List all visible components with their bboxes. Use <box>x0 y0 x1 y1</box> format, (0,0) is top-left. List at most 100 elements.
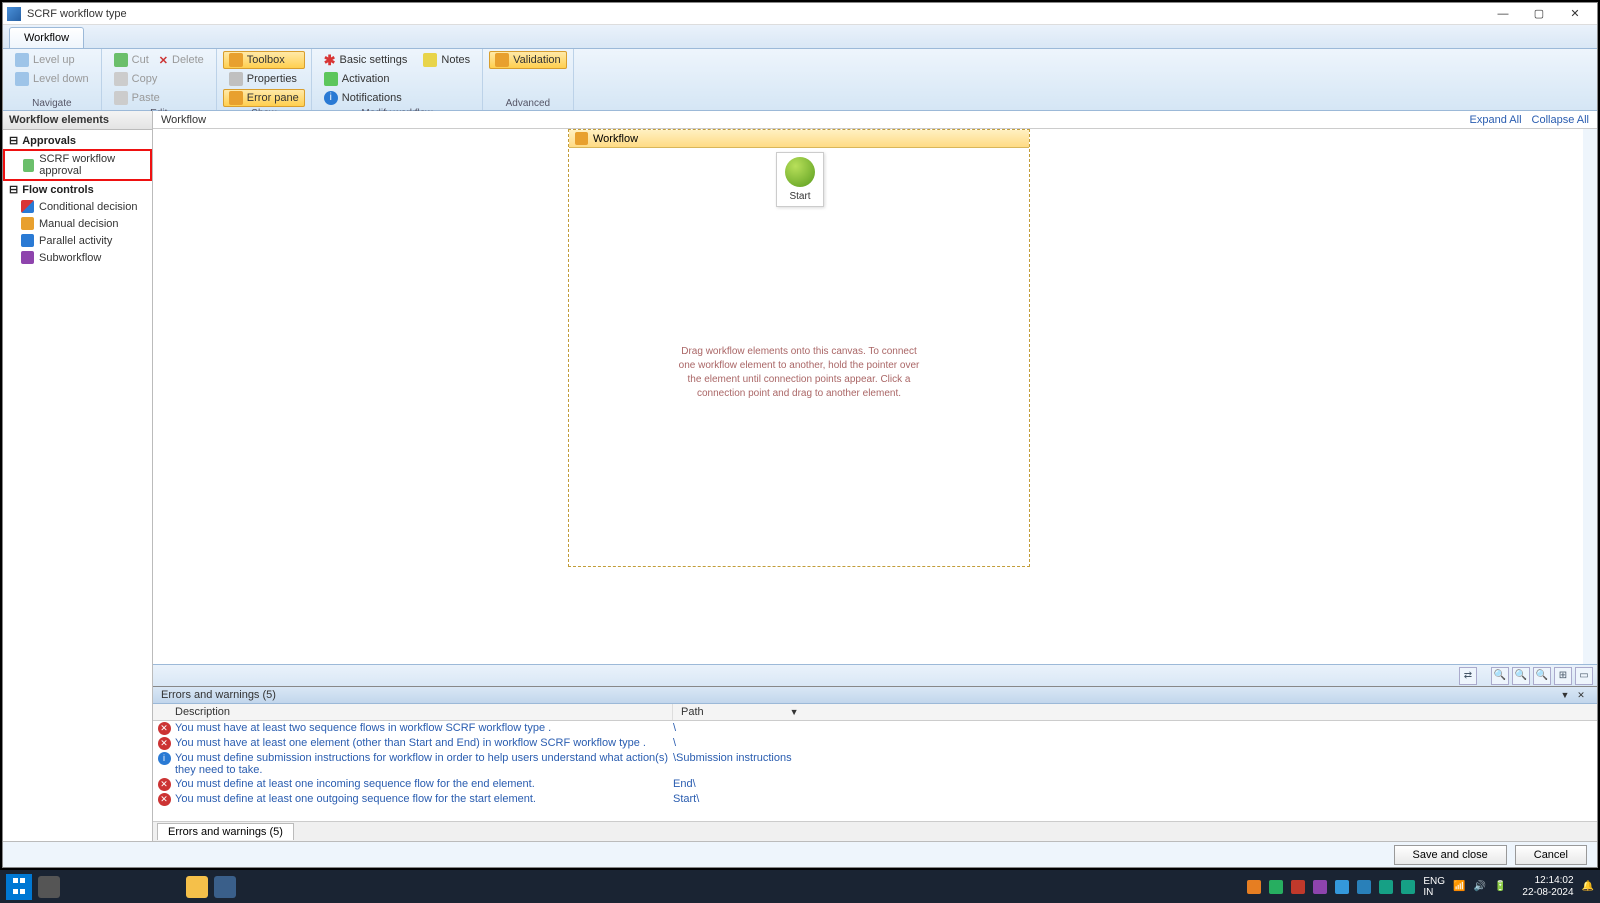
close-panel-button[interactable]: ✕ <box>1573 690 1589 701</box>
error-icon: ✕ <box>158 793 171 806</box>
copy-button[interactable]: Copy <box>108 70 210 88</box>
app-taskbar-button[interactable] <box>214 876 236 898</box>
clock[interactable]: 12:14:02 22-08-2024 <box>1522 875 1573 899</box>
wifi-icon[interactable]: 📶 <box>1453 881 1465 892</box>
fullscreen-button[interactable]: ▭ <box>1575 667 1593 685</box>
subworkflow-icon <box>21 251 34 264</box>
zoom-in-button[interactable]: 🔍 <box>1491 667 1509 685</box>
subworkflow-item[interactable]: Subworkflow <box>3 249 152 266</box>
errors-tab-strip: Errors and warnings (5) <box>153 821 1597 841</box>
error-pane-icon <box>229 91 243 105</box>
tray-icon[interactable] <box>1313 880 1327 894</box>
tray-icon[interactable] <box>1335 880 1349 894</box>
start-menu-button[interactable] <box>6 874 32 900</box>
error-path: End\ <box>673 778 1597 791</box>
tray-icon[interactable] <box>1401 880 1415 894</box>
footer: Save and close Cancel <box>3 841 1597 867</box>
tray-icon[interactable] <box>1291 880 1305 894</box>
basic-settings-button[interactable]: ✱Basic settings <box>318 51 414 69</box>
error-icon: ✕ <box>158 737 171 750</box>
workflow-container[interactable]: Workflow Start Drag workflow elements on… <box>568 129 1030 567</box>
level-down-button[interactable]: Level down <box>9 70 95 88</box>
toolbox-icon <box>229 53 243 67</box>
conditional-icon <box>21 200 34 213</box>
tray-icon[interactable] <box>1269 880 1283 894</box>
error-icon: ✕ <box>158 778 171 791</box>
error-path: \ <box>673 737 1597 750</box>
tab-workflow[interactable]: Workflow <box>9 27 84 48</box>
workflow-canvas[interactable]: Workflow Start Drag workflow elements on… <box>153 129 1597 664</box>
scrf-workflow-approval-item[interactable]: SCRF workflow approval <box>3 149 152 181</box>
cut-button[interactable]: Cut✕Delete <box>108 51 210 69</box>
conditional-decision-item[interactable]: Conditional decision <box>3 198 152 215</box>
fit-button[interactable]: ⊞ <box>1554 667 1572 685</box>
vertical-scrollbar[interactable] <box>1583 129 1597 664</box>
manual-decision-item[interactable]: Manual decision <box>3 215 152 232</box>
start-label: Start <box>781 191 819 202</box>
file-explorer-button[interactable] <box>186 876 208 898</box>
activation-button[interactable]: Activation <box>318 70 414 88</box>
battery-icon[interactable]: 🔋 <box>1494 881 1506 892</box>
sort-icon: ▼ <box>790 707 799 717</box>
tray-icon[interactable] <box>1247 880 1261 894</box>
cancel-button[interactable]: Cancel <box>1515 845 1587 865</box>
parallel-activity-item[interactable]: Parallel activity <box>3 232 152 249</box>
start-circle-icon <box>785 157 815 187</box>
paste-button[interactable]: Paste <box>108 89 210 107</box>
collapse-icon: ⊟ <box>9 183 18 196</box>
notes-button[interactable]: Notes <box>417 51 476 69</box>
tray-icon[interactable] <box>1379 880 1393 894</box>
error-row[interactable]: iYou must define submission instructions… <box>153 751 1597 777</box>
notifications-icon[interactable]: 🔔 <box>1582 881 1594 892</box>
toolbox-button[interactable]: Toolbox <box>223 51 305 69</box>
level-up-button[interactable]: Level up <box>9 51 95 69</box>
info-icon: i <box>158 752 171 765</box>
approvals-group[interactable]: ⊟Approvals <box>3 132 152 149</box>
expand-all-button[interactable]: Expand All <box>1470 114 1522 126</box>
window-title: SCRF workflow type <box>27 8 1485 20</box>
error-pane-button[interactable]: Error pane <box>223 89 305 107</box>
volume-icon[interactable]: 🔊 <box>1473 881 1485 892</box>
save-button[interactable]: Save and close <box>1394 845 1507 865</box>
maximize-button[interactable]: ▢ <box>1521 3 1557 25</box>
validation-button[interactable]: Validation <box>489 51 567 69</box>
language-indicator[interactable]: ENG IN <box>1423 876 1445 898</box>
canvas-toolbar: ⇄ 🔍 🔍 🔍 ⊞ ▭ <box>153 664 1597 686</box>
properties-button[interactable]: Properties <box>223 70 305 88</box>
activation-icon <box>324 72 338 86</box>
collapse-all-button[interactable]: Collapse All <box>1532 114 1589 126</box>
error-row[interactable]: ✕You must define at least one outgoing s… <box>153 792 1597 807</box>
level-up-icon <box>15 53 29 67</box>
start-node[interactable]: Start <box>776 152 824 207</box>
workflow-box-title: Workflow <box>569 130 1029 148</box>
error-row[interactable]: ✕ You must have at least one element (oth… <box>153 736 1597 751</box>
group-advanced-label: Advanced <box>489 97 567 110</box>
zoom-reset-button[interactable]: 🔍 <box>1533 667 1551 685</box>
errors-grid-header: Description Path▼ <box>153 704 1597 721</box>
error-row[interactable]: ✕You must define at least one incoming s… <box>153 777 1597 792</box>
auto-arrange-button[interactable]: ⇄ <box>1459 667 1477 685</box>
notes-icon <box>423 53 437 67</box>
level-down-icon <box>15 72 29 86</box>
notifications-button[interactable]: iNotifications <box>318 89 414 107</box>
col-path[interactable]: Path▼ <box>673 704 1597 720</box>
task-view-button[interactable] <box>38 876 60 898</box>
flow-controls-group[interactable]: ⊟Flow controls <box>3 181 152 198</box>
error-row[interactable]: ✕You must have at least two sequence flo… <box>153 721 1597 736</box>
titlebar: SCRF workflow type — ▢ ✕ <box>3 3 1597 25</box>
error-path: Start\ <box>673 793 1597 806</box>
delete-icon: ✕ <box>159 54 168 67</box>
errors-tab[interactable]: Errors and warnings (5) <box>157 823 294 840</box>
minimize-button[interactable]: — <box>1485 3 1521 25</box>
error-description: You must have at least one element (othe… <box>175 737 673 750</box>
properties-icon <box>229 72 243 86</box>
dropdown-icon[interactable]: ▼ <box>1557 690 1573 700</box>
tray-icon[interactable] <box>1357 880 1371 894</box>
zoom-out-button[interactable]: 🔍 <box>1512 667 1530 685</box>
copy-icon <box>114 72 128 86</box>
col-description[interactable]: Description <box>153 704 673 720</box>
close-button[interactable]: ✕ <box>1557 3 1593 25</box>
ribbon: Level up Level down Navigate Cut✕Delete … <box>3 49 1597 111</box>
breadcrumb-bar: Workflow Expand All Collapse All <box>153 111 1597 129</box>
collapse-icon: ⊟ <box>9 134 18 147</box>
